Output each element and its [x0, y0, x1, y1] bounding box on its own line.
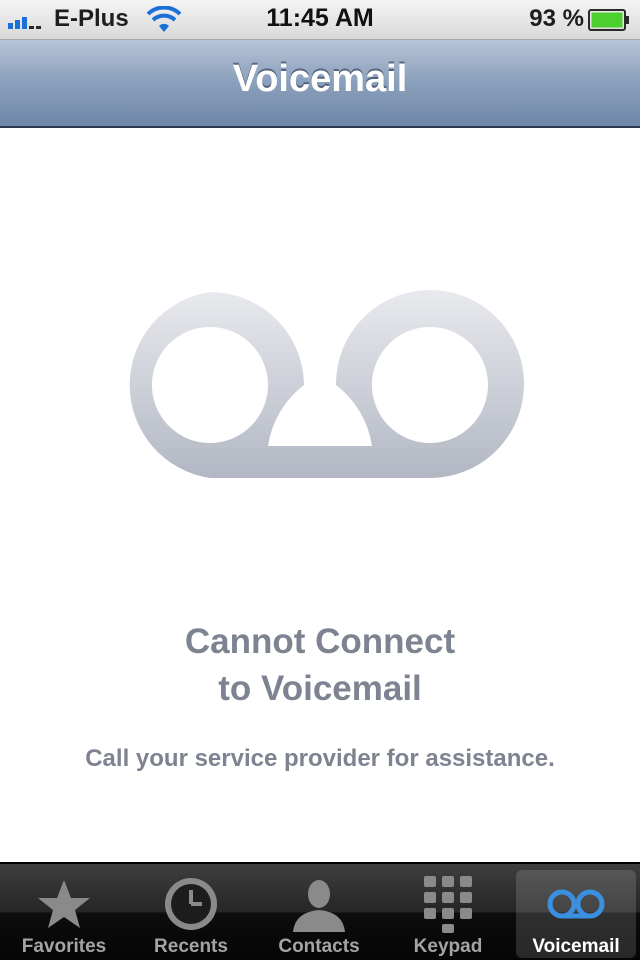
tab-label: Recents — [154, 936, 228, 957]
person-icon — [293, 880, 345, 932]
voicemail-icon — [547, 889, 605, 919]
tab-contacts[interactable]: Contacts — [259, 870, 379, 958]
tab-label: Favorites — [21, 936, 107, 957]
tab-label: Keypad — [413, 936, 483, 957]
battery-icon — [588, 9, 629, 31]
navigation-bar: Voicemail — [0, 40, 640, 128]
tab-voicemail[interactable]: Voicemail — [516, 870, 636, 958]
tab-bar: Favorites Recents Contacts Keypad Voicem… — [0, 862, 640, 960]
error-title-line2: to Voicemail — [218, 669, 422, 708]
error-title-line1: Cannot Connect — [184, 622, 456, 661]
battery-percent: 93 % — [529, 5, 584, 32]
clock-icon — [165, 878, 217, 930]
tab-label: Contacts — [278, 936, 360, 957]
error-title: Cannot Connect to Voicemail — [0, 618, 640, 712]
voicemail-content: Cannot Connect to Voicemail Call your se… — [0, 128, 640, 862]
tab-label: Voicemail — [532, 936, 620, 957]
page-title: Voicemail — [232, 58, 408, 100]
keypad-icon — [424, 876, 472, 933]
tab-recents[interactable]: Recents — [131, 870, 251, 958]
tab-favorites[interactable]: Favorites — [4, 870, 124, 958]
voicemail-icon — [129, 290, 524, 478]
star-icon — [38, 880, 90, 928]
error-subtitle: Call your service provider for assistanc… — [85, 745, 555, 772]
status-bar: E-Plus 11:45 AM 93 % — [0, 0, 640, 40]
tab-keypad[interactable]: Keypad — [388, 870, 508, 958]
